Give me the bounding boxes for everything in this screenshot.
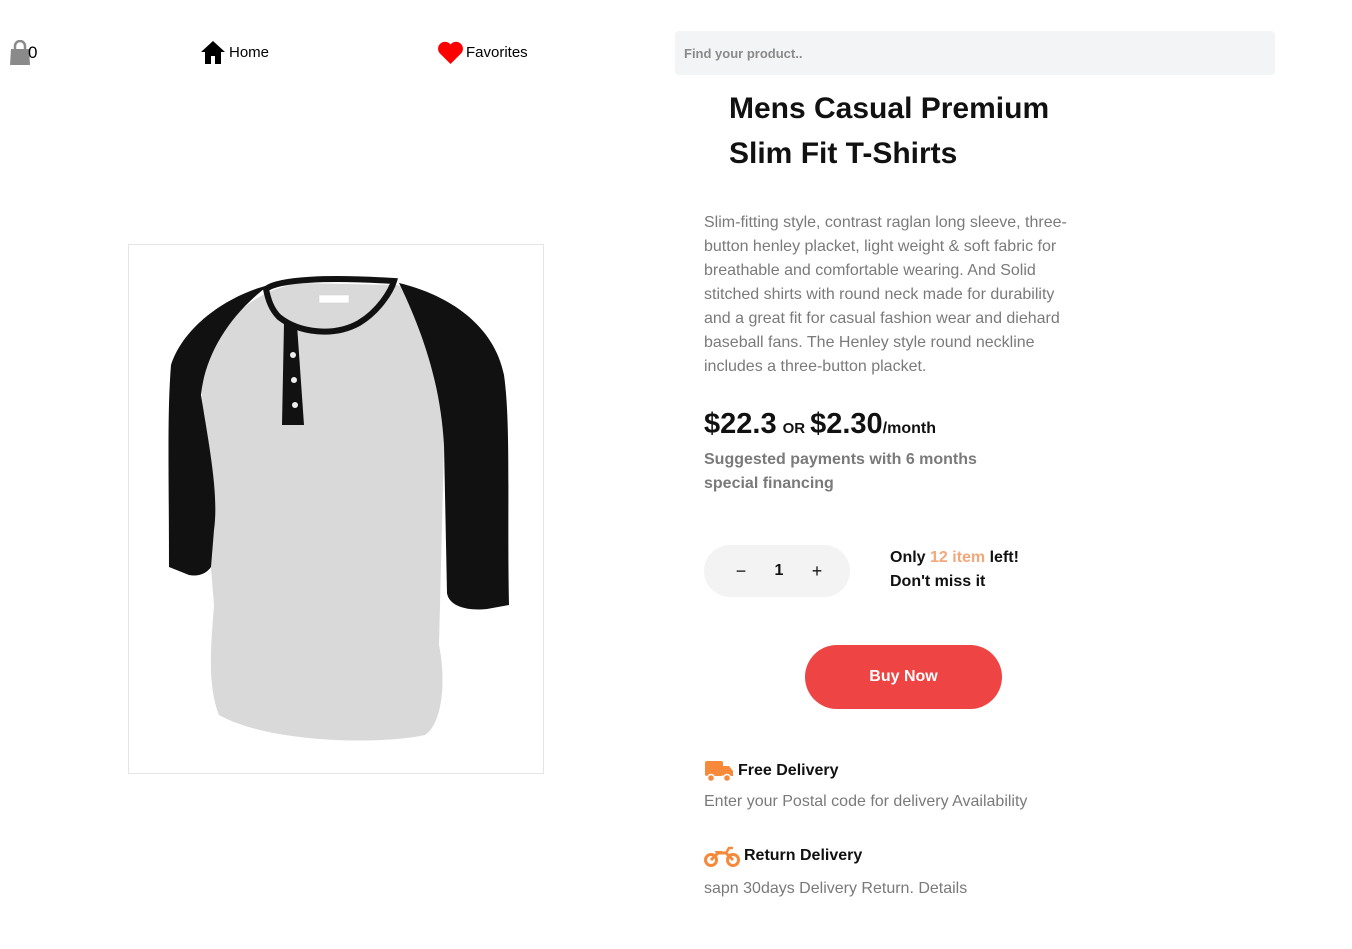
product-title-line2: Slim Fit T-Shirts: [729, 137, 958, 170]
nav-home-label: Home: [229, 44, 270, 61]
financing-note: Suggested payments with 6 months special…: [704, 451, 977, 492]
return-delivery-label: Return Delivery: [744, 847, 863, 864]
return-delivery-subtext: sapn 30days Delivery Return. Details: [704, 880, 968, 897]
nav-home[interactable]: Home: [200, 40, 269, 65]
free-delivery-title: Free Delivery: [704, 759, 839, 783]
free-delivery-subtext: Enter your Postal code for delivery Avai…: [704, 793, 1028, 810]
price: $22.3: [704, 408, 777, 440]
product-page: 0 Home Favorites Find your product.. Men…: [0, 0, 1352, 949]
stock-prefix: Only: [890, 549, 931, 566]
stock-count: 12 item: [930, 549, 986, 566]
cart-count: 0: [28, 43, 38, 62]
stock-notice: Only 12 item left! Don't miss it: [890, 546, 1090, 594]
stock-line2: Don't miss it: [890, 573, 986, 590]
truck-icon: [704, 759, 738, 783]
buy-now-button[interactable]: Buy Now: [805, 645, 1002, 709]
nav-favorites[interactable]: Favorites: [437, 40, 528, 65]
quantity-stepper: − 1 +: [704, 545, 850, 597]
tshirt-illustration: [168, 276, 509, 741]
product-title-line1: Mens Casual Premium: [729, 92, 1050, 125]
motorcycle-icon: [704, 844, 744, 868]
search-input[interactable]: [675, 31, 1275, 75]
product-image: [128, 244, 544, 774]
per-month-label: /month: [882, 420, 936, 437]
quantity-decrease-button[interactable]: −: [732, 561, 750, 582]
stock-suffix: left!: [985, 549, 1019, 566]
product-title: Mens Casual Premium Slim Fit T-Shirts: [729, 86, 1109, 176]
price-row: $22.3 OR $2.30 /month: [704, 408, 936, 441]
price-or-label: OR: [782, 420, 806, 437]
quantity-increase-button[interactable]: +: [808, 561, 826, 582]
home-icon: [200, 40, 226, 65]
quantity-value: 1: [774, 562, 784, 579]
product-description: Slim-fitting style, contrast raglan long…: [704, 214, 1067, 375]
cart-button[interactable]: 0: [9, 40, 37, 66]
nav-favorites-label: Favorites: [466, 44, 528, 61]
heart-icon: [437, 40, 464, 65]
monthly-price: $2.30: [810, 408, 883, 440]
free-delivery-label: Free Delivery: [738, 762, 839, 779]
return-delivery-title: Return Delivery: [704, 844, 862, 868]
